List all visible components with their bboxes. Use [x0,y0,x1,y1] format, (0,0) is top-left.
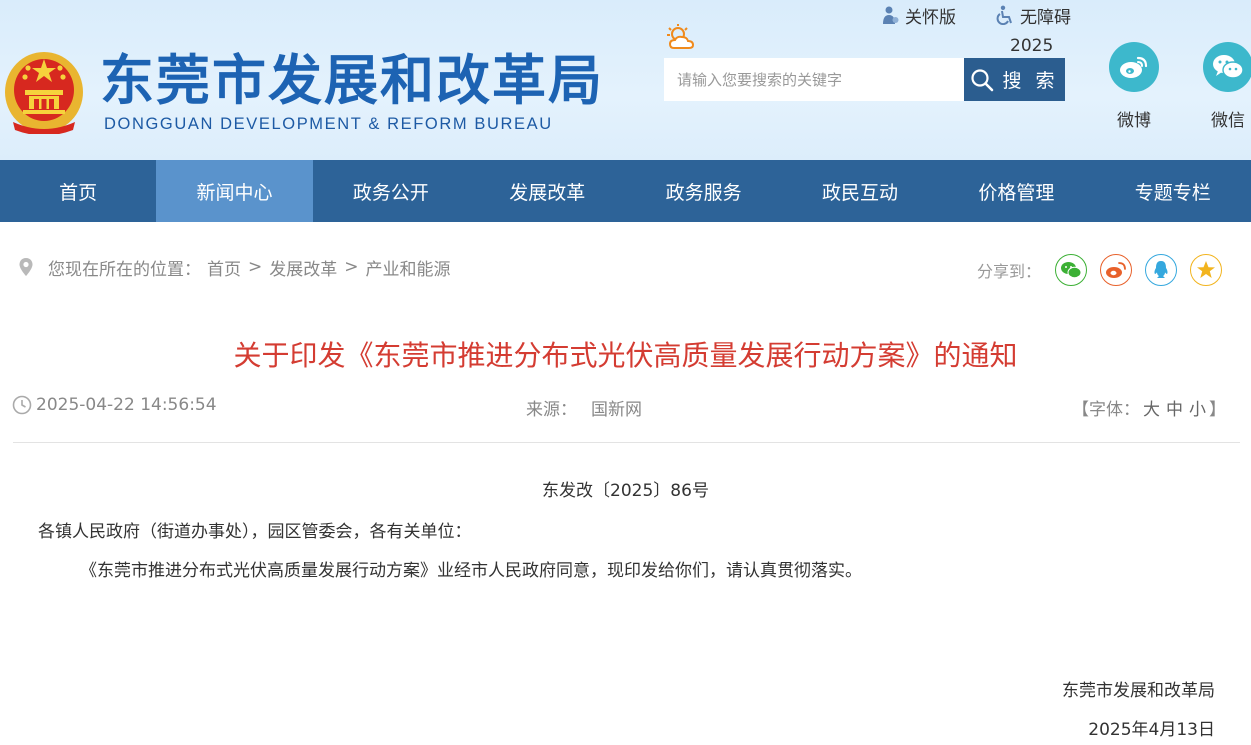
nav-item-government-services[interactable]: 政务服务 [626,160,782,222]
search-button-label: 搜 索 [1002,70,1059,92]
wechat-label: 微信 [1211,111,1245,131]
site-subtitle: DONGGUAN DEVELOPMENT & REFORM BUREAU [104,115,553,133]
care-mode-link[interactable]: 关怀版 [880,4,956,28]
breadcrumb-home[interactable]: 首页 [207,255,241,280]
share-bar: 分享到： [977,254,1235,286]
breadcrumb-separator: > [248,257,263,277]
weibo-label: 微博 [1117,111,1151,131]
article-title: 关于印发《东莞市推进分布式光伏高质量发展行动方案》的通知 [233,339,1018,372]
wechat-icon [1203,42,1251,92]
publish-date: 2025-04-22 14:56:54 [12,395,217,415]
meta-divider [13,442,1240,443]
main-nav: 首页 新闻中心 政务公开 发展改革 政务服务 政民互动 价格管理 专题专栏 [0,160,1251,222]
national-emblem-icon [5,52,83,134]
nav-item-interaction[interactable]: 政民互动 [782,160,938,222]
font-size-small-button[interactable]: 小 [1189,400,1206,420]
wechat-icon [1061,262,1082,279]
wheelchair-icon [996,5,1012,25]
care-mode-label: 关怀版 [905,7,956,28]
nav-item-development-reform[interactable]: 发展改革 [469,160,625,222]
signature-org: 东莞市发展和改革局 [1062,681,1215,701]
nav-item-price-management[interactable]: 价格管理 [938,160,1094,222]
nav-item-news-center[interactable]: 新闻中心 [156,160,313,222]
nav-item-government-affairs[interactable]: 政务公开 [313,160,469,222]
weibo-icon [1106,262,1126,278]
breadcrumb-separator: > [344,257,359,277]
source-label: 来源： [526,400,577,420]
salutation: 各镇人民政府（街道办事处），园区管委会，各有关单位： [38,522,472,542]
source-value: 国新网 [591,400,642,420]
share-weibo-button[interactable] [1100,254,1133,286]
year-text: 2025 [1010,36,1054,56]
share-qq-button[interactable] [1145,254,1178,286]
search-button[interactable]: 搜 索 [964,58,1065,101]
font-size-prefix: 【字体： [1072,400,1140,420]
font-size-suffix: 】 [1209,400,1226,420]
qq-icon [1154,261,1168,278]
breadcrumb-development-reform[interactable]: 发展改革 [269,255,337,280]
search-input[interactable] [664,58,964,101]
share-wechat-button[interactable] [1055,254,1088,286]
weibo-icon [1109,42,1159,92]
clock-icon [12,395,32,415]
font-size-medium-button[interactable]: 中 [1166,400,1183,420]
publish-date-text: 2025-04-22 14:56:54 [36,395,217,415]
care-person-icon [883,6,899,24]
font-size-control: 【字体：大中小】 [1072,395,1226,420]
weather-partly-cloudy-icon [667,24,695,49]
site-header: 东莞市发展和改革局 DONGGUAN DEVELOPMENT & REFORM … [0,0,1251,160]
search-icon [971,68,994,91]
breadcrumb-industry-energy[interactable]: 产业和能源 [366,255,451,280]
body-paragraph: 《东莞市推进分布式光伏高质量发展行动方案》业经市人民政府同意，现印发给你们，请认… [80,561,862,581]
share-label: 分享到： [977,262,1042,281]
share-qzone-button[interactable] [1190,254,1223,286]
weibo-link[interactable]: 微博 [1103,42,1165,131]
qzone-icon [1197,261,1216,278]
breadcrumb: 您现在所在的位置： 首页 > 发展改革 > 产业和能源 [18,255,451,280]
signature-date: 2025年4月13日 [1088,720,1215,740]
site-title: 东莞市发展和改革局 [100,49,604,112]
nav-item-home[interactable]: 首页 [0,160,156,222]
location-pin-icon [19,258,33,276]
accessibility-link[interactable]: 无障碍 [995,4,1071,28]
wechat-link[interactable]: 微信 [1197,42,1251,131]
font-size-large-button[interactable]: 大 [1143,400,1160,420]
accessibility-label: 无障碍 [1020,7,1071,28]
breadcrumb-prefix: 您现在所在的位置： [48,259,201,280]
document-number: 东发改〔2025〕86号 [542,481,709,501]
nav-item-special-topics[interactable]: 专题专栏 [1095,160,1251,222]
article-source: 来源： 国新网 [526,395,642,420]
